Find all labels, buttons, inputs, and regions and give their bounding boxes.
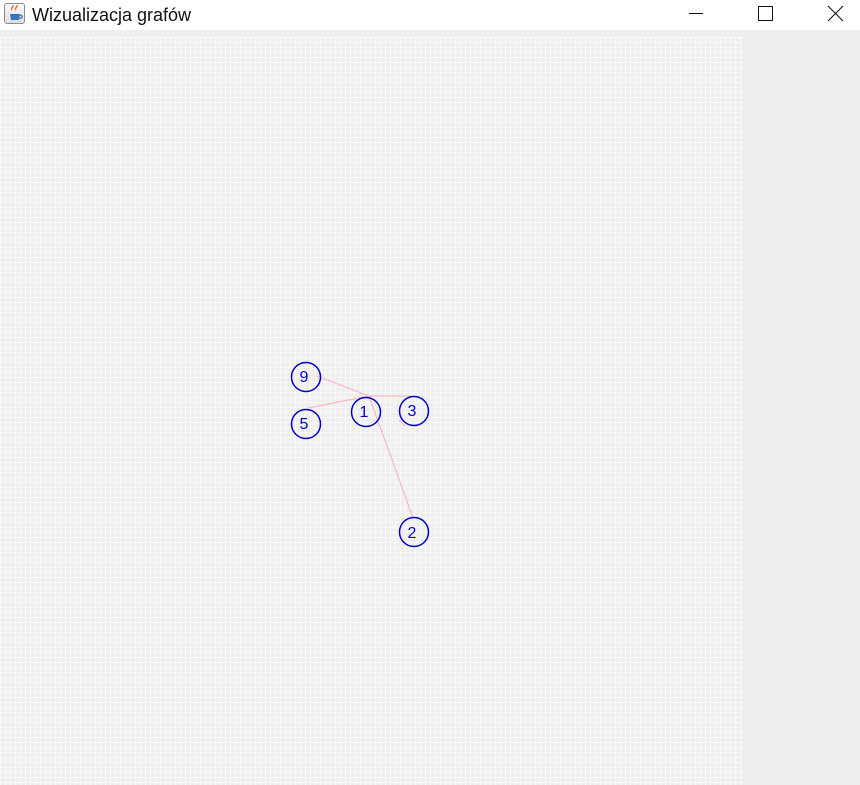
minimize-icon [689, 13, 703, 14]
vertex-label: 9 [300, 369, 309, 386]
graph-vertex[interactable]: 1 [350, 396, 382, 428]
graph-vertex[interactable]: 5 [290, 408, 322, 440]
side-panel [742, 37, 860, 785]
maximize-icon [758, 6, 773, 21]
graph-vertex[interactable]: 9 [290, 361, 322, 393]
window-title: Wizualizacja grafów [32, 5, 192, 25]
application-window: Wizualizacja grafów 9 5 1 3 2 [0, 0, 860, 785]
graph-canvas[interactable]: 9 5 1 3 2 [0, 37, 742, 785]
close-icon [827, 5, 844, 22]
vertex-label: 3 [408, 403, 417, 420]
graph-vertex[interactable]: 2 [398, 516, 430, 548]
vertex-layer: 9 5 1 3 2 [290, 361, 430, 548]
vertex-label: 1 [360, 404, 369, 421]
close-button[interactable] [800, 0, 860, 30]
title-bar[interactable]: Wizualizacja grafów [0, 0, 860, 30]
edge-layer [307, 375, 414, 519]
java-coffee-cup-icon [4, 3, 25, 24]
graph-drawing: 9 5 1 3 2 [290, 361, 430, 548]
vertex-label: 5 [300, 416, 309, 433]
graph-edge [368, 395, 414, 519]
graph-edge [316, 375, 370, 397]
vertex-label: 2 [408, 525, 417, 542]
graph-vertex[interactable]: 3 [398, 395, 430, 427]
maximize-button[interactable] [730, 0, 800, 30]
minimize-button[interactable] [660, 0, 730, 30]
